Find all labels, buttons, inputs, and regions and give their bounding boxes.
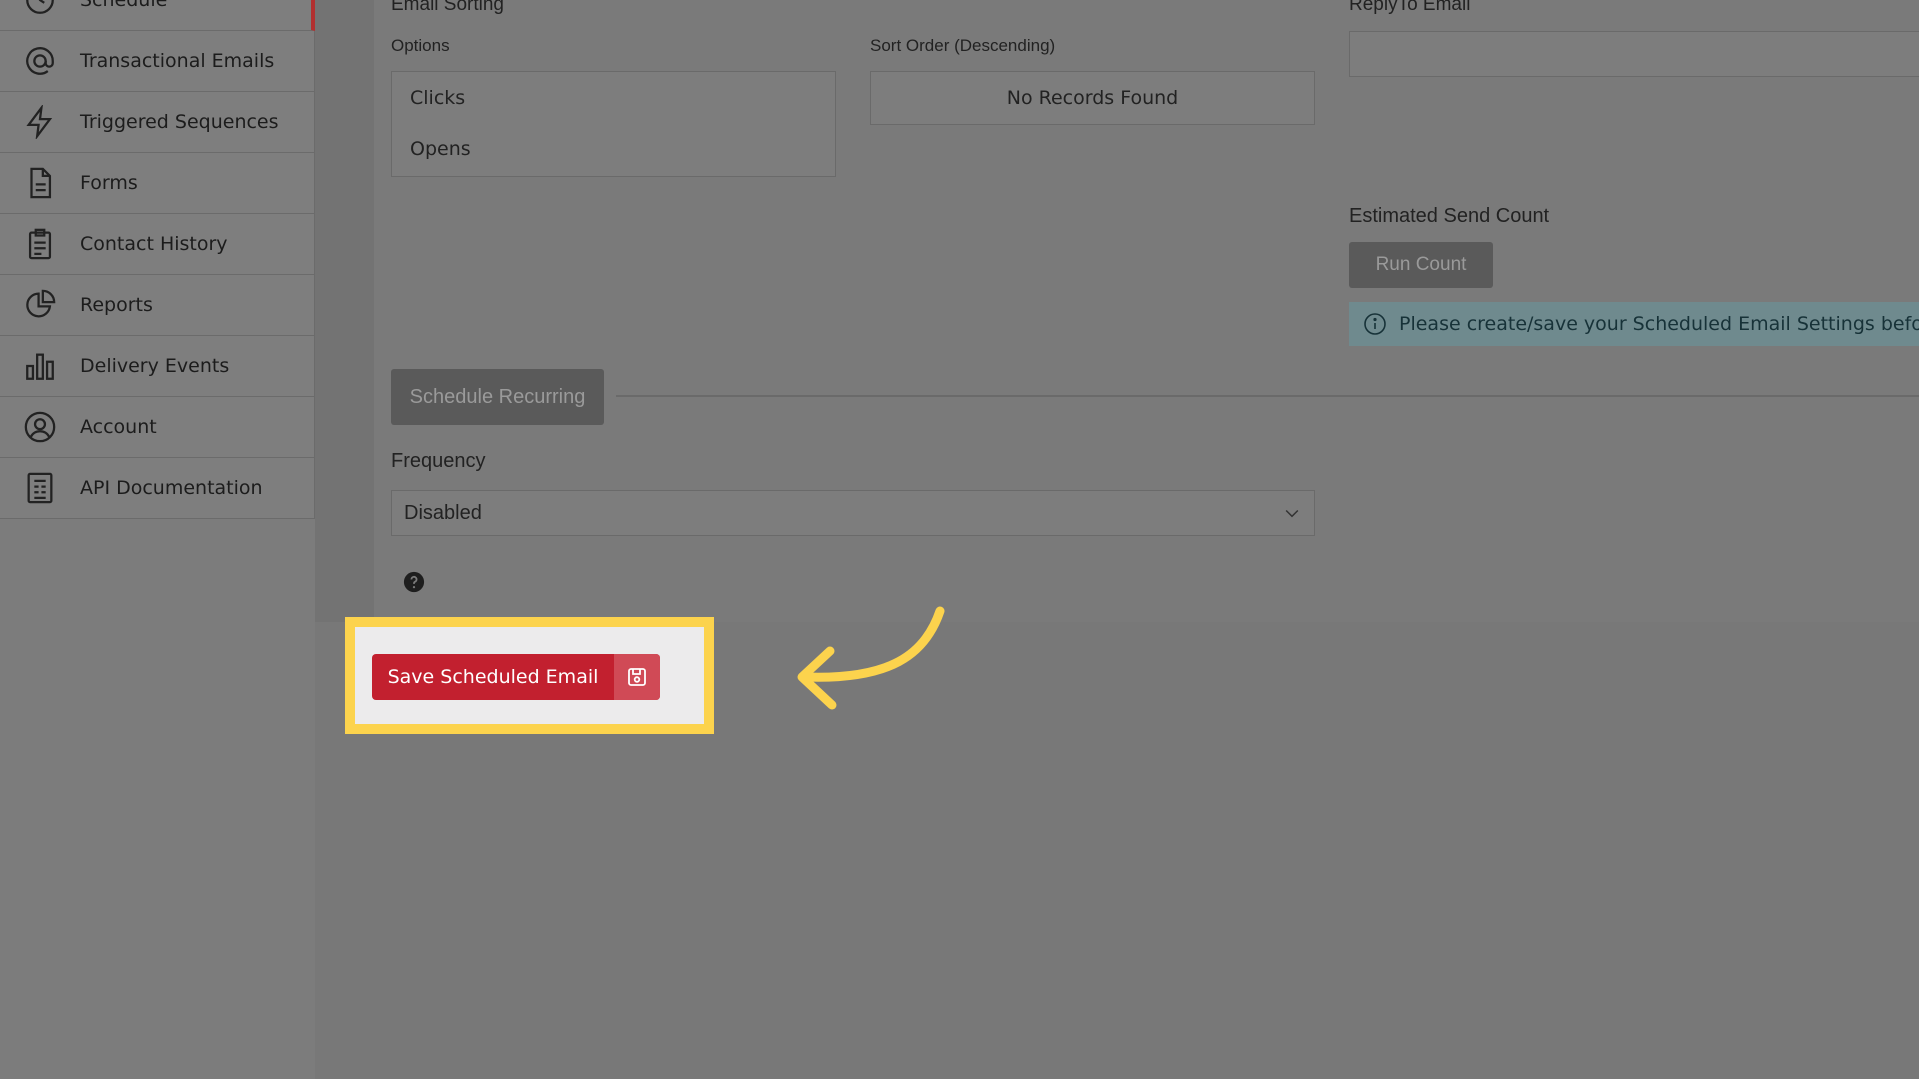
run-count-button[interactable]: Run Count	[1349, 242, 1493, 288]
sidebar-item-api-documentation[interactable]: API Documentation	[0, 458, 315, 519]
document-icon	[22, 165, 58, 201]
content-gutter	[315, 0, 374, 622]
lightning-icon	[22, 104, 58, 140]
sidebar-item-label: Delivery Events	[80, 355, 230, 377]
sidebar-item-label: Account	[80, 416, 157, 438]
sidebar-item-label: Contact History	[80, 233, 228, 255]
frequency-value: Disabled	[404, 501, 482, 524]
reply-to-input[interactable]	[1349, 31, 1919, 77]
sidebar-item-reports[interactable]: Reports	[0, 275, 315, 336]
sidebar-item-schedule[interactable]: Schedule	[0, 0, 315, 31]
option-opens[interactable]: Opens	[410, 138, 471, 160]
sidebar-item-label: Forms	[80, 172, 138, 194]
sidebar-item-label: Schedule	[80, 0, 168, 11]
section-divider	[616, 395, 1919, 397]
options-label: Options	[391, 36, 450, 55]
user-circle-icon	[22, 409, 58, 445]
sort-order-label: Sort Order (Descending)	[870, 36, 1056, 55]
sidebar-item-forms[interactable]: Forms	[0, 153, 315, 214]
sidebar-nav: Schedule Transactional Emails Triggered …	[0, 0, 315, 519]
floppy-disk-icon	[614, 654, 660, 700]
at-sign-icon	[22, 43, 58, 79]
sidebar-item-label: API Documentation	[80, 477, 263, 499]
clock-icon	[22, 0, 58, 18]
clipboard-icon	[22, 226, 58, 262]
sidebar-item-transactional-emails[interactable]: Transactional Emails	[0, 31, 315, 92]
send-count-label: Estimated Send Count	[1349, 205, 1550, 227]
bar-chart-icon	[22, 348, 58, 384]
sidebar-item-delivery-events[interactable]: Delivery Events	[0, 336, 315, 397]
api-doc-icon	[22, 470, 58, 506]
frequency-label: Frequency	[391, 450, 486, 472]
chevron-down-icon	[1282, 503, 1302, 523]
sidebar-item-triggered-sequences[interactable]: Triggered Sequences	[0, 92, 315, 153]
info-text: Please create/save your Scheduled Email …	[1399, 313, 1919, 335]
reply-to-label: ReplyTo Email	[1349, 0, 1471, 15]
sort-order-list[interactable]: No Records Found	[870, 71, 1315, 125]
info-alert: Please create/save your Scheduled Email …	[1349, 302, 1919, 346]
pie-chart-icon	[22, 287, 58, 323]
options-list[interactable]: Clicks Opens	[391, 71, 836, 177]
option-clicks[interactable]: Clicks	[410, 87, 465, 109]
help-icon[interactable]	[403, 571, 425, 593]
save-button-label: Save Scheduled Email	[387, 666, 599, 688]
sidebar-item-label: Transactional Emails	[80, 50, 275, 72]
sidebar-item-label: Triggered Sequences	[80, 111, 279, 133]
schedule-recurring-button[interactable]: Schedule Recurring	[391, 369, 604, 425]
email-sorting-heading: Email Sorting	[391, 0, 504, 15]
sidebar-item-contact-history[interactable]: Contact History	[0, 214, 315, 275]
pointer-arrow-icon	[797, 606, 945, 710]
sidebar: Schedule Transactional Emails Triggered …	[0, 0, 315, 1079]
frequency-select[interactable]: Disabled	[391, 490, 1315, 536]
sort-empty-text: No Records Found	[1006, 87, 1179, 109]
sidebar-item-label: Reports	[80, 294, 153, 316]
sidebar-item-account[interactable]: Account	[0, 397, 315, 458]
info-icon	[1363, 312, 1387, 336]
save-scheduled-email-button[interactable]: Save Scheduled Email	[372, 654, 660, 700]
